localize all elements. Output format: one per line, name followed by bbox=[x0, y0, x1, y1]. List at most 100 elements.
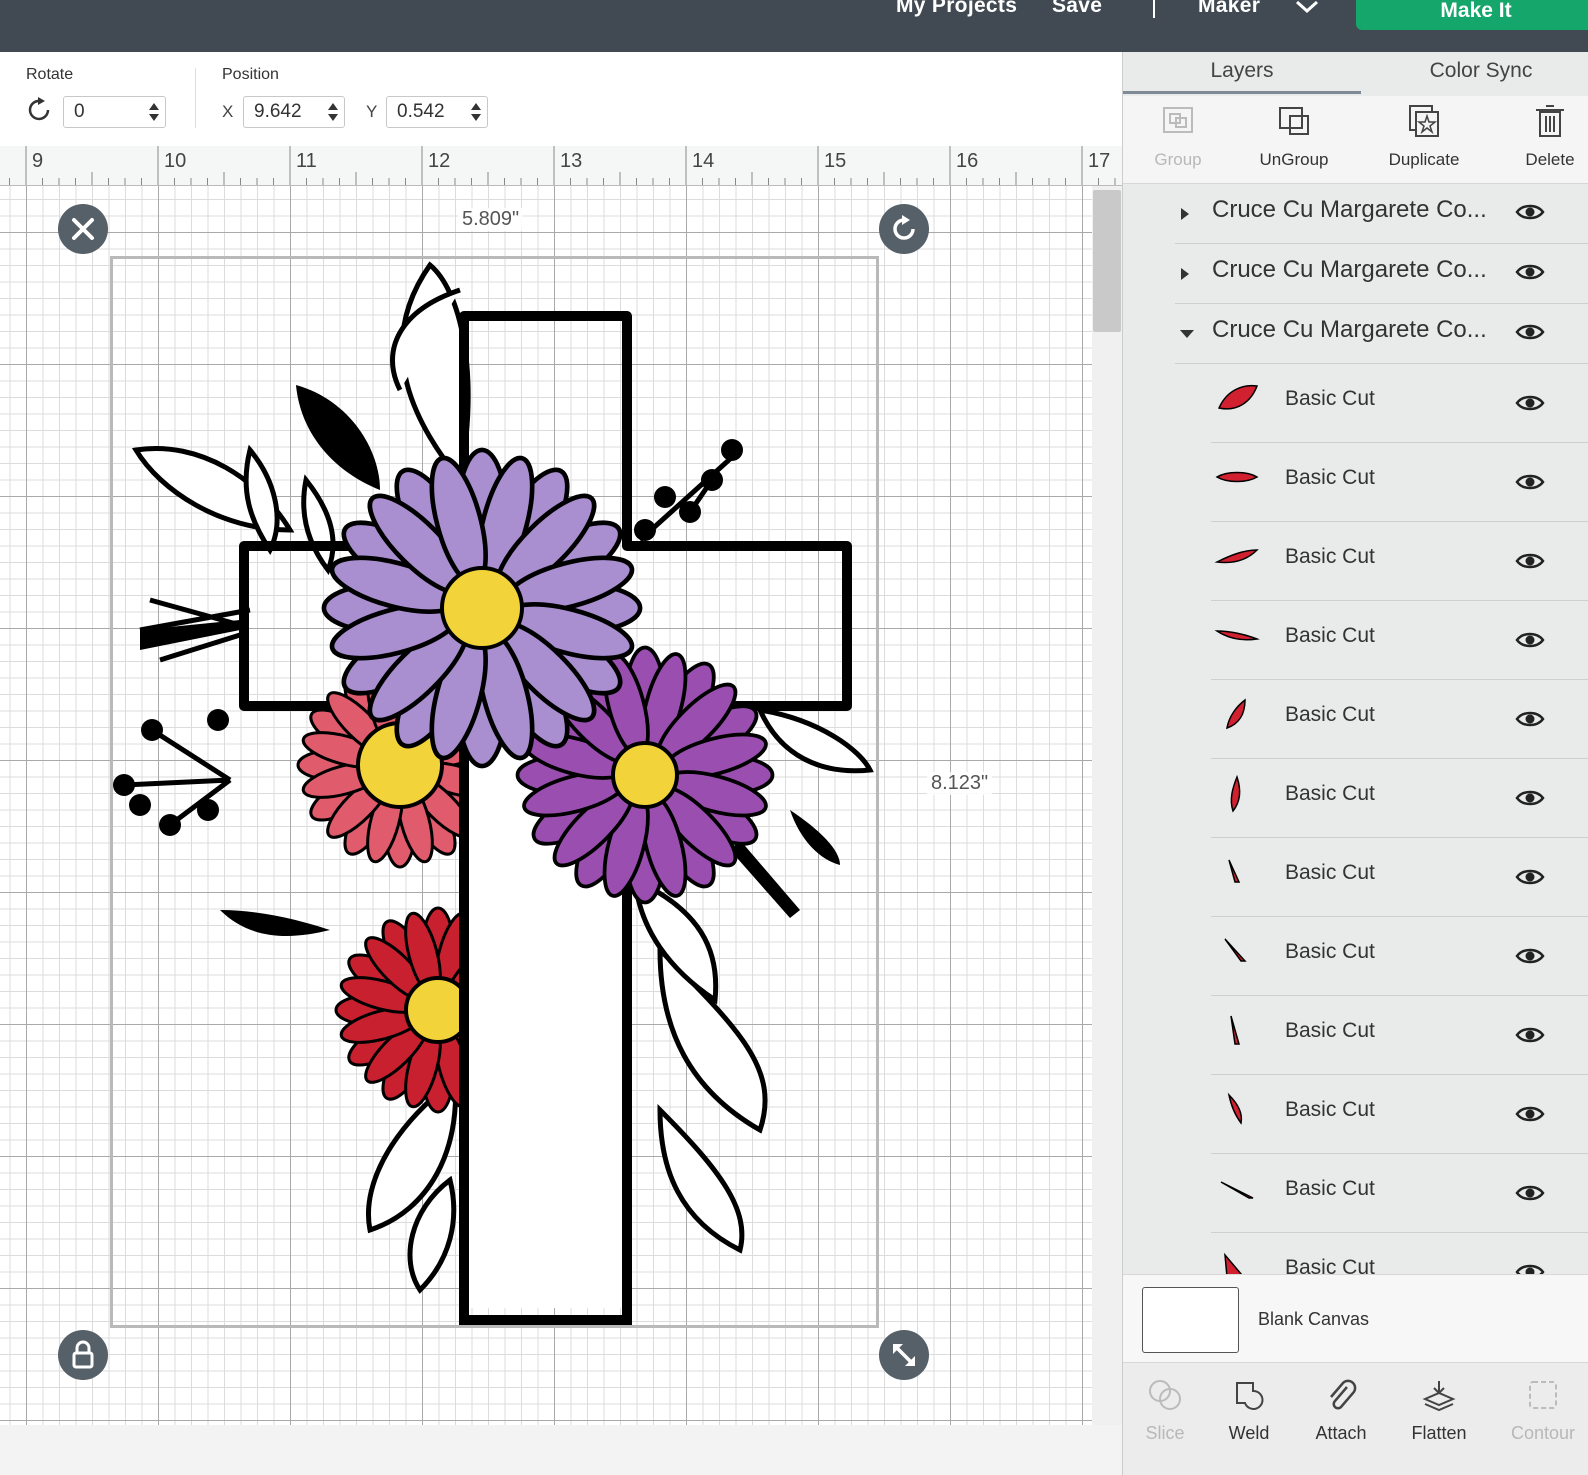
eye-icon[interactable] bbox=[1515, 1183, 1545, 1203]
y-position-input[interactable] bbox=[387, 97, 467, 127]
duplicate-label: Duplicate bbox=[1388, 150, 1460, 169]
blank-canvas-swatch[interactable] bbox=[1142, 1287, 1239, 1353]
save-button[interactable]: Save bbox=[1052, 0, 1102, 18]
caret-down-icon[interactable] bbox=[1179, 326, 1195, 342]
stepper-arrows-icon[interactable] bbox=[469, 101, 483, 123]
eye-icon[interactable] bbox=[1515, 472, 1545, 492]
layer-row[interactable]: Basic Cut bbox=[1211, 364, 1588, 443]
rotate-handle-icon bbox=[893, 215, 915, 240]
caret-right-icon[interactable] bbox=[1179, 206, 1191, 222]
eye-icon[interactable] bbox=[1515, 709, 1545, 729]
my-projects-link[interactable]: My Projects bbox=[896, 0, 1017, 18]
x-position-field[interactable] bbox=[243, 96, 345, 128]
rotate-input[interactable] bbox=[64, 97, 144, 127]
eye-icon[interactable] bbox=[1515, 322, 1545, 342]
weld-button[interactable]: Weld bbox=[1199, 1363, 1299, 1475]
delete-button[interactable]: Delete bbox=[1495, 96, 1588, 184]
eye-icon[interactable] bbox=[1515, 393, 1545, 413]
stepper-arrows-icon[interactable] bbox=[147, 101, 161, 123]
delete-handle[interactable] bbox=[58, 204, 108, 254]
chevron-down-icon[interactable] bbox=[1294, 0, 1320, 16]
layer-name: Basic Cut bbox=[1285, 624, 1375, 647]
layer-group-row[interactable]: Cruce Cu Margarete Co... bbox=[1123, 304, 1588, 364]
x-position-input[interactable] bbox=[244, 97, 324, 127]
layer-row[interactable]: Basic Cut bbox=[1211, 443, 1588, 522]
rotate-label: Rotate bbox=[26, 66, 74, 83]
resize-icon bbox=[893, 1344, 915, 1366]
petal-thumbnail bbox=[1230, 774, 1241, 813]
eye-icon[interactable] bbox=[1515, 1262, 1545, 1274]
layer-row[interactable]: Basic Cut bbox=[1211, 522, 1588, 601]
group-icon bbox=[1163, 107, 1193, 133]
layer-row[interactable]: Basic Cut bbox=[1211, 996, 1588, 1075]
layer-group-row[interactable]: Cruce Cu Margarete Co... bbox=[1123, 184, 1588, 244]
x-label: X bbox=[222, 102, 234, 121]
top-bar: My Projects Save Maker Make It bbox=[0, 0, 1588, 52]
eye-icon[interactable] bbox=[1515, 551, 1545, 571]
selection-bounding-box[interactable] bbox=[110, 256, 879, 1328]
flatten-button[interactable]: Flatten bbox=[1389, 1363, 1489, 1475]
lock-icon bbox=[72, 1340, 94, 1369]
eye-icon[interactable] bbox=[1515, 630, 1545, 650]
blank-canvas-row[interactable]: Blank Canvas bbox=[1123, 1274, 1588, 1362]
layer-row[interactable]: Basic Cut bbox=[1211, 759, 1588, 838]
delete-label: Delete bbox=[1525, 150, 1575, 169]
width-readout: 5.809" bbox=[458, 208, 524, 231]
weld-label: Weld bbox=[1228, 1423, 1270, 1443]
canvas-scrollbar[interactable] bbox=[1092, 186, 1122, 1425]
layer-row[interactable]: Basic Cut bbox=[1211, 1233, 1588, 1274]
layer-row[interactable]: Basic Cut bbox=[1211, 838, 1588, 917]
layer-group-row[interactable]: Cruce Cu Margarete Co... bbox=[1123, 244, 1588, 304]
contour-button[interactable]: Contour bbox=[1493, 1363, 1588, 1475]
contour-label: Contour bbox=[1510, 1423, 1576, 1443]
ruler-tick-label: 14 bbox=[692, 150, 714, 172]
layer-row[interactable]: Basic Cut bbox=[1211, 680, 1588, 759]
layer-row[interactable]: Basic Cut bbox=[1211, 1075, 1588, 1154]
lock-handle[interactable] bbox=[58, 1330, 108, 1380]
petal-thumbnail bbox=[1220, 1181, 1254, 1199]
rotate-field[interactable] bbox=[63, 96, 166, 128]
make-it-button[interactable]: Make It bbox=[1356, 0, 1588, 30]
duplicate-button[interactable]: Duplicate bbox=[1369, 96, 1479, 184]
eye-icon[interactable] bbox=[1515, 867, 1545, 887]
tab-color-sync[interactable]: Color Sync bbox=[1373, 56, 1588, 94]
rotate-handle[interactable] bbox=[879, 204, 929, 254]
layer-name: Basic Cut bbox=[1285, 1098, 1375, 1121]
ruler-tick-label: 10 bbox=[164, 150, 186, 172]
eye-icon[interactable] bbox=[1515, 1025, 1545, 1045]
paperclip-icon bbox=[1330, 1379, 1357, 1410]
petal-thumbnail bbox=[1217, 384, 1259, 410]
horizontal-ruler: 9 10 11 12 13 14 15 16 17 bbox=[0, 146, 1122, 186]
group-button[interactable]: Group bbox=[1123, 96, 1233, 184]
tab-layers[interactable]: Layers bbox=[1123, 56, 1361, 94]
eye-icon[interactable] bbox=[1515, 262, 1545, 282]
eye-icon[interactable] bbox=[1515, 946, 1545, 966]
eye-icon[interactable] bbox=[1515, 788, 1545, 808]
ruler-tick-label: 12 bbox=[428, 150, 450, 172]
ruler-tick-label: 17 bbox=[1088, 150, 1110, 172]
petal-thumbnail bbox=[1224, 1252, 1243, 1274]
ungroup-button[interactable]: UnGroup bbox=[1239, 96, 1349, 184]
stepper-arrows-icon[interactable] bbox=[326, 101, 340, 123]
petal-thumbnail bbox=[1228, 859, 1241, 883]
canvas-scrollbar-thumb[interactable] bbox=[1093, 190, 1121, 332]
eye-icon[interactable] bbox=[1515, 1104, 1545, 1124]
resize-handle[interactable] bbox=[879, 1330, 929, 1380]
attach-button[interactable]: Attach bbox=[1291, 1363, 1391, 1475]
y-label: Y bbox=[366, 102, 378, 121]
layer-row[interactable]: Basic Cut bbox=[1211, 1154, 1588, 1233]
layer-row[interactable]: Basic Cut bbox=[1211, 601, 1588, 680]
layer-name: Basic Cut bbox=[1285, 545, 1375, 568]
petal-thumbnail bbox=[1227, 1092, 1243, 1125]
layer-row[interactable]: Basic Cut bbox=[1211, 917, 1588, 996]
caret-right-icon[interactable] bbox=[1179, 266, 1191, 282]
eye-icon[interactable] bbox=[1515, 202, 1545, 222]
ungroup-icon bbox=[1279, 107, 1309, 135]
petal-thumbnail bbox=[1226, 698, 1246, 730]
group-name: Cruce Cu Margarete Co... bbox=[1212, 316, 1487, 343]
rotate-icon bbox=[28, 97, 50, 121]
weld-icon bbox=[1236, 1382, 1264, 1410]
machine-selector[interactable]: Maker bbox=[1198, 0, 1260, 18]
y-position-field[interactable] bbox=[386, 96, 488, 128]
close-icon bbox=[72, 218, 94, 240]
